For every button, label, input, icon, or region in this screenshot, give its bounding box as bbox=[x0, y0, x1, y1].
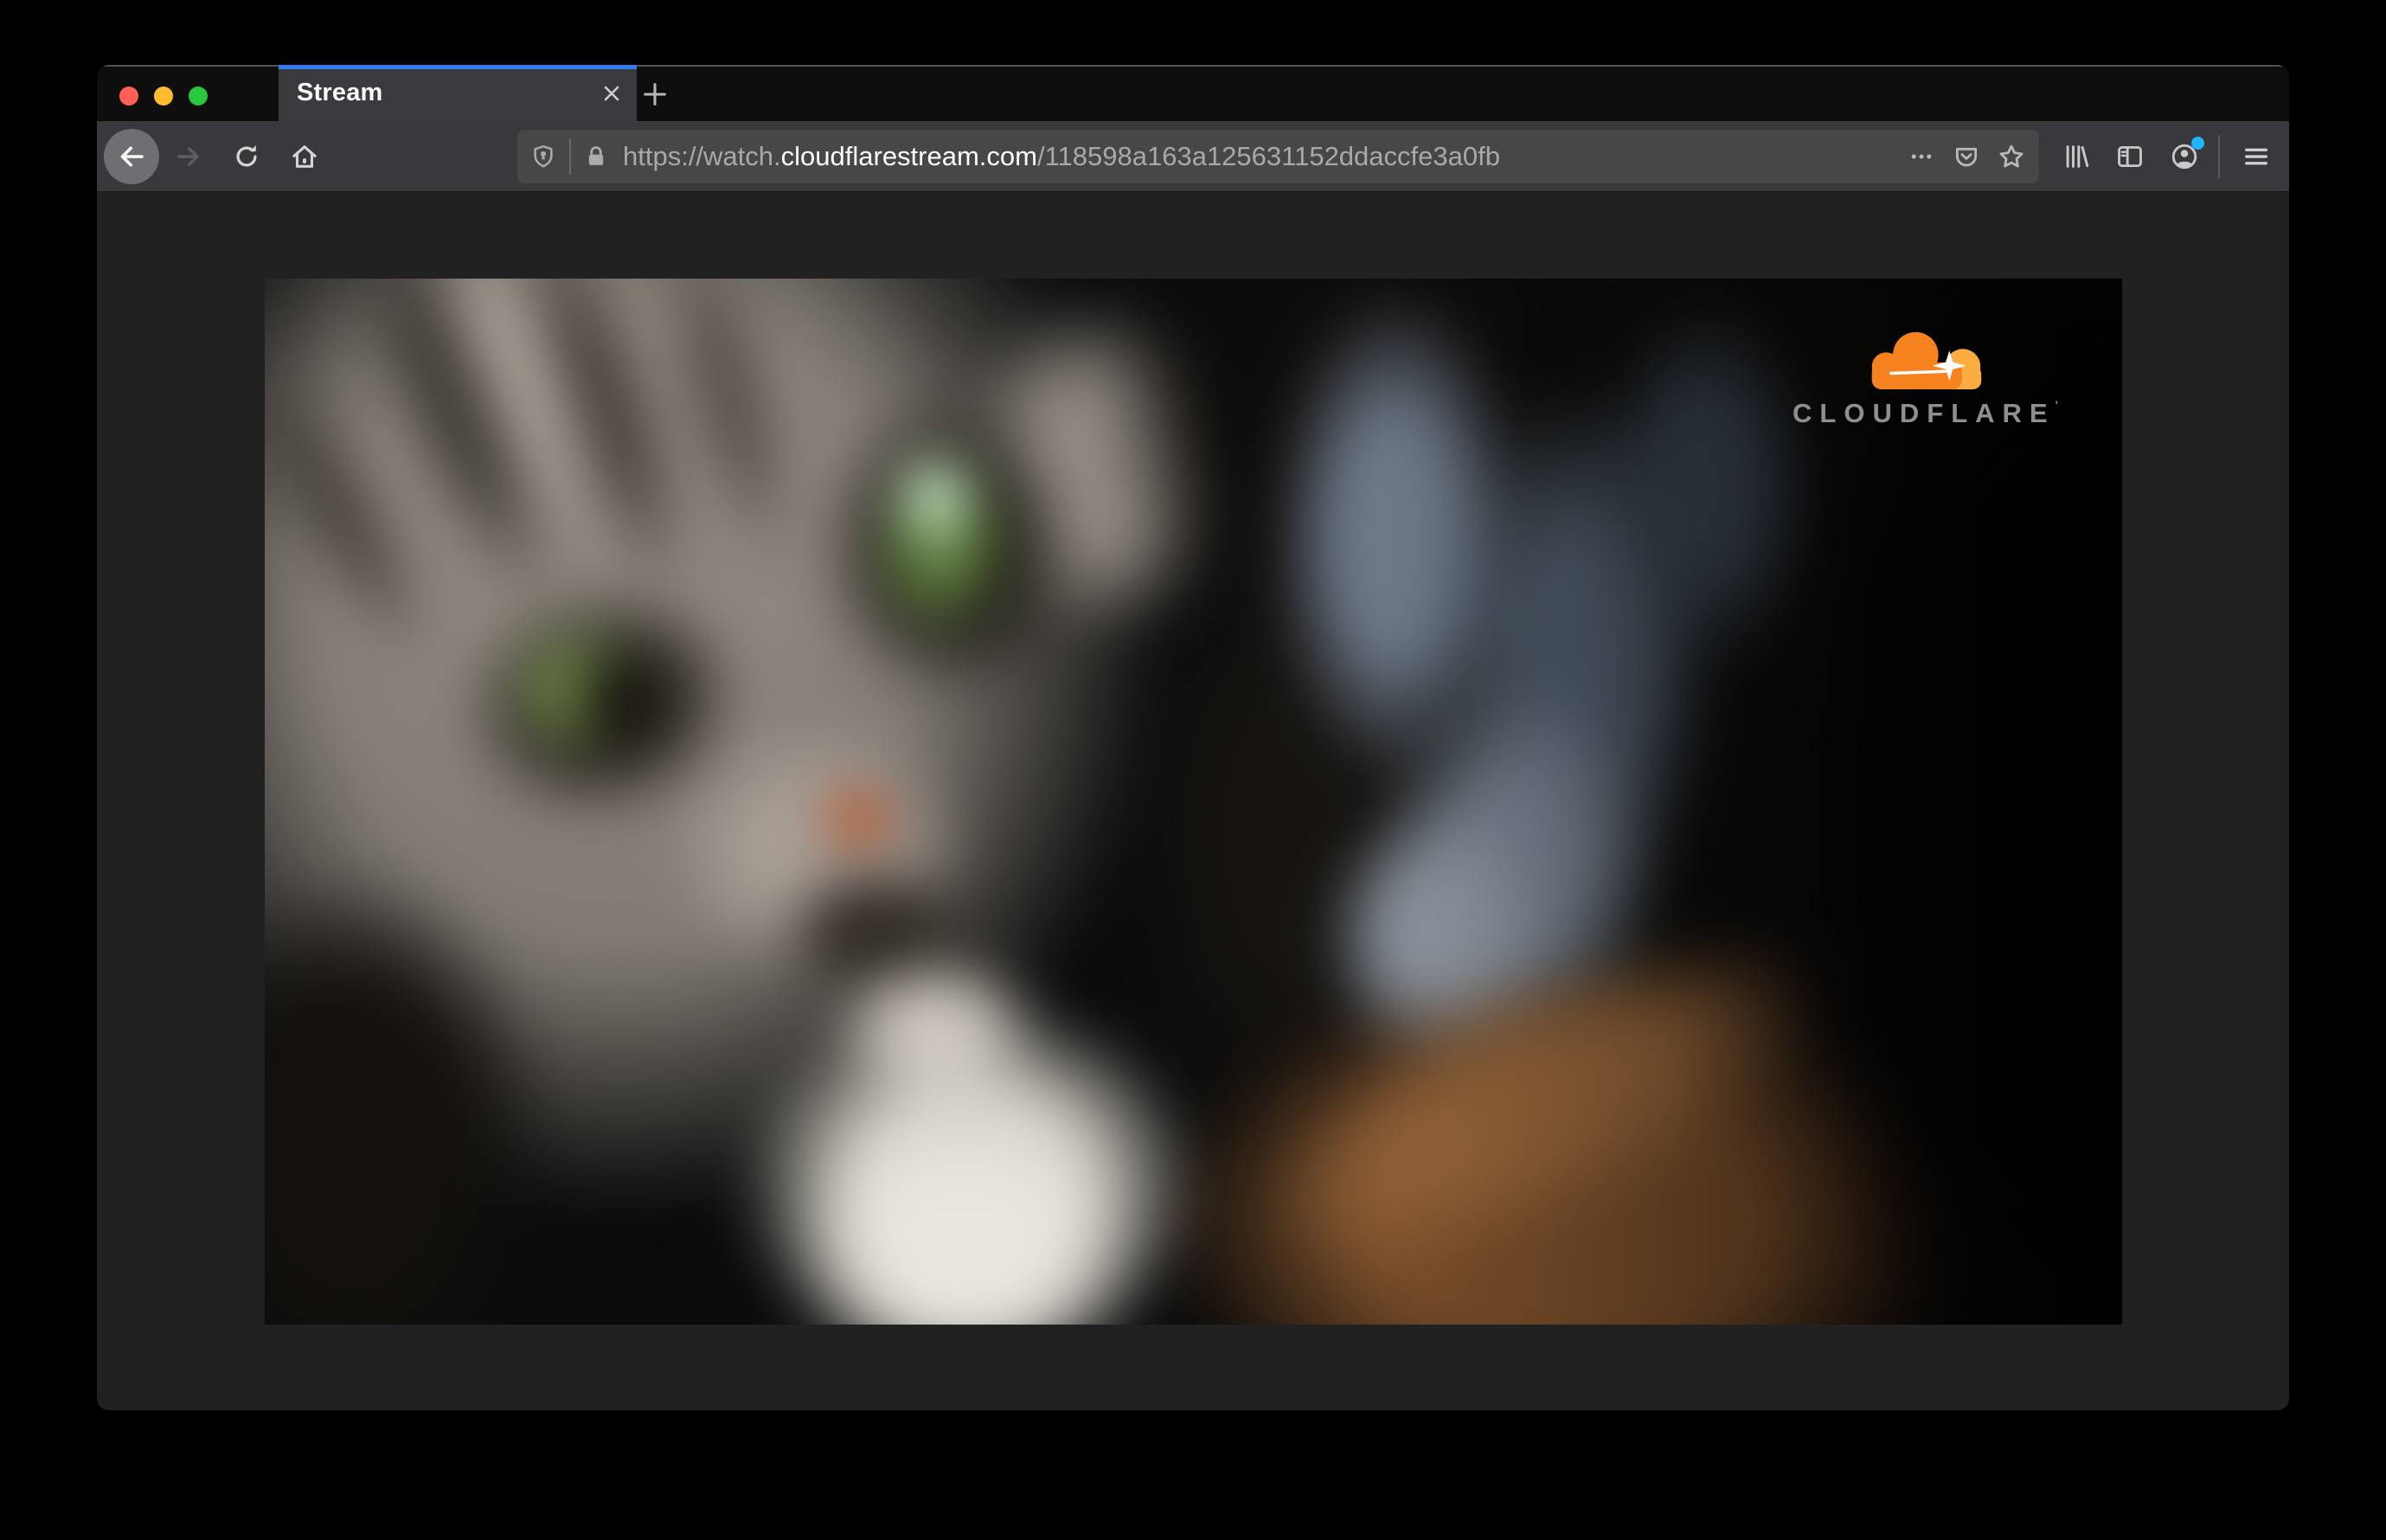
back-button[interactable] bbox=[104, 129, 159, 184]
new-tab-icon[interactable] bbox=[635, 74, 675, 114]
back-icon bbox=[120, 146, 144, 167]
traffic-minimize-icon[interactable] bbox=[154, 87, 173, 106]
pocket-icon[interactable] bbox=[1944, 137, 1989, 176]
cloudflare-logo-text: CLOUDFLARE' bbox=[1793, 397, 2058, 428]
traffic-zoom-icon[interactable] bbox=[189, 87, 208, 106]
traffic-close-icon[interactable] bbox=[119, 87, 138, 106]
close-icon[interactable] bbox=[597, 79, 626, 108]
home-button[interactable] bbox=[290, 142, 319, 171]
shield-icon[interactable] bbox=[526, 137, 561, 176]
toolbar-divider bbox=[2218, 135, 2220, 178]
url-bar[interactable]: https://watch.cloudflarestream.com/11859… bbox=[517, 130, 2039, 183]
cloudflare-cloud-icon bbox=[1871, 331, 1981, 389]
tab-stream[interactable]: Stream bbox=[279, 65, 637, 121]
sidebar-icon[interactable] bbox=[2115, 142, 2145, 171]
reload-button[interactable] bbox=[232, 142, 261, 171]
lock-icon[interactable] bbox=[581, 137, 611, 176]
tab-bar: Stream bbox=[97, 65, 2289, 121]
reload-icon bbox=[236, 144, 257, 167]
video-player[interactable]: CLOUDFLARE' bbox=[264, 278, 2122, 1325]
url-path: /118598a163a125631152ddaccfe3a0fb bbox=[1036, 141, 1500, 171]
notification-dot bbox=[2191, 137, 2204, 150]
forward-button[interactable] bbox=[174, 142, 203, 171]
library-icon[interactable] bbox=[2062, 142, 2091, 171]
navigation-toolbar: https://watch.cloudflarestream.com/11859… bbox=[97, 121, 2289, 192]
browser-window: Stream https://watch.cloudflarestream.co… bbox=[97, 65, 2289, 1410]
tab-title: Stream bbox=[297, 79, 383, 106]
home-icon bbox=[292, 145, 317, 168]
traffic-lights bbox=[97, 67, 279, 121]
bookmark-star-icon[interactable] bbox=[1989, 137, 2034, 176]
page-actions-icon[interactable] bbox=[1899, 137, 1944, 176]
page-content: CLOUDFLARE' bbox=[97, 192, 2289, 1410]
account-icon[interactable] bbox=[2170, 137, 2204, 171]
urlbar-divider bbox=[569, 138, 571, 175]
cloudflare-logo-mark: ' bbox=[2055, 397, 2058, 412]
video-vignette bbox=[264, 278, 2122, 1325]
url-text: https://watch.cloudflarestream.com/11859… bbox=[623, 141, 1500, 172]
forward-icon bbox=[176, 147, 199, 166]
screen: Stream https://watch.cloudflarestream.co… bbox=[0, 0, 2386, 1540]
menu-icon[interactable] bbox=[2242, 142, 2271, 171]
url-scheme-host: https://watch. bbox=[623, 141, 781, 171]
url-domain: cloudflarestream.com bbox=[780, 141, 1037, 171]
cloudflare-logo: CLOUDFLARE' bbox=[1783, 327, 2069, 429]
